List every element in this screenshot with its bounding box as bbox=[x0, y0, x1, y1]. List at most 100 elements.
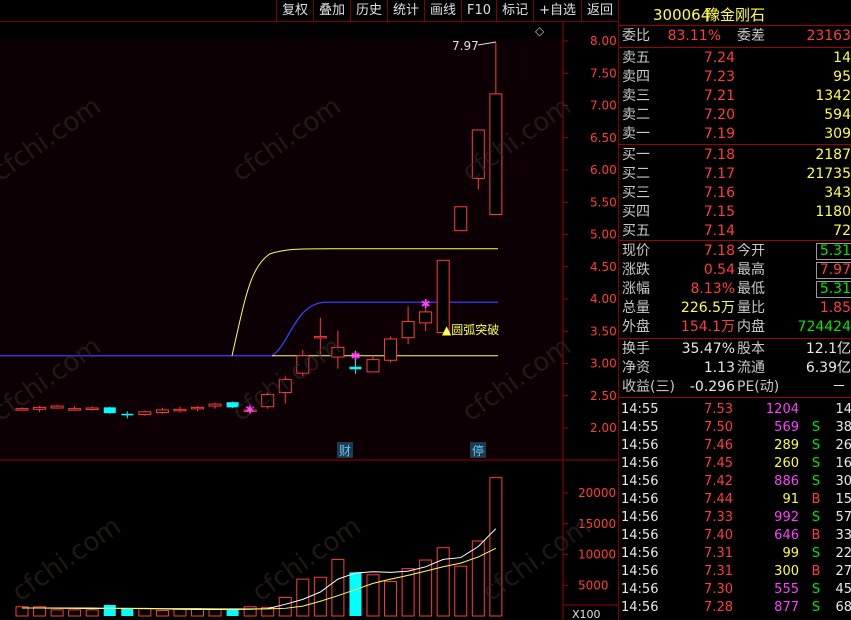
candle[interactable] bbox=[454, 206, 468, 232]
tick-direction: S bbox=[811, 420, 821, 435]
order-level-row[interactable]: 买一 7.18 2187 bbox=[619, 146, 851, 165]
f10-button[interactable]: F10 bbox=[461, 0, 496, 22]
order-level-row[interactable]: 卖四 7.23 95 bbox=[619, 68, 851, 87]
tick-count: 14 bbox=[835, 402, 851, 417]
candle[interactable] bbox=[103, 406, 116, 414]
tick-price: 7.28 bbox=[704, 600, 733, 615]
tick-row: 14:56 7.40 646 B 33 bbox=[619, 526, 851, 545]
level-label: 买五 bbox=[622, 223, 650, 239]
candle[interactable] bbox=[226, 401, 239, 409]
low-price: 5.31 bbox=[816, 281, 851, 298]
cross-star-marker: ✱ bbox=[245, 402, 255, 416]
level-volume: 343 bbox=[824, 185, 851, 201]
order-level-row[interactable]: 买五 7.14 72 bbox=[619, 222, 851, 241]
tick-volume: 91 bbox=[782, 492, 799, 507]
tick-price: 7.44 bbox=[704, 492, 733, 507]
level-volume: 14 bbox=[833, 50, 851, 66]
add-watchlist-button[interactable]: +自选 bbox=[533, 0, 581, 22]
inner-volume: 724424 bbox=[797, 319, 851, 335]
tick-direction: S bbox=[811, 600, 821, 615]
level-label: 卖五 bbox=[622, 50, 650, 66]
tick-price: 7.42 bbox=[704, 474, 733, 489]
high-price: 7.97 bbox=[816, 262, 851, 279]
order-level-row[interactable]: 买三 7.16 343 bbox=[619, 184, 851, 203]
tick-count: 57 bbox=[835, 510, 851, 525]
outer-volume: 154.1万 bbox=[680, 319, 735, 335]
order-level-row[interactable]: 卖一 7.19 309 bbox=[619, 125, 851, 144]
volume-bar bbox=[471, 540, 485, 617]
history-button[interactable]: 历史 bbox=[349, 0, 387, 22]
kline-chart-area[interactable]: 复权 叠加 历史 统计 画线 F10 标记 +自选 返回 8.00 7.50 7.0… bbox=[0, 0, 618, 620]
tick-count: 38 bbox=[835, 420, 851, 435]
tick-time: 14:55 bbox=[621, 420, 659, 435]
price-axis-label: 3.50 bbox=[590, 324, 617, 338]
change-value: 0.54 bbox=[703, 262, 735, 278]
volume-bar bbox=[121, 608, 134, 616]
volume-axis-label: 5000 bbox=[578, 578, 609, 592]
tick-price: 7.31 bbox=[704, 564, 733, 579]
arc-breakout-signal: ▲圆弧突破 bbox=[442, 322, 499, 337]
volume-bar bbox=[191, 608, 204, 617]
volume-bar bbox=[103, 604, 116, 616]
tick-time: 14:56 bbox=[621, 582, 659, 597]
tick-direction: S bbox=[811, 582, 821, 597]
quote-panel: 300064 豫金刚石 委比 83.11% 委差 23163 卖五 7.24 14 卖… bbox=[618, 0, 851, 620]
order-level-row[interactable]: 买二 7.17 21735 bbox=[619, 165, 851, 184]
volume-bar bbox=[384, 581, 398, 617]
statistics-button[interactable]: 统计 bbox=[387, 0, 424, 22]
tick-row: 14:56 7.46 289 S 26 bbox=[619, 436, 851, 455]
order-level-row[interactable]: 买四 7.15 1180 bbox=[619, 203, 851, 222]
order-ratio-value: 83.11% bbox=[667, 28, 721, 44]
tick-price: 7.50 bbox=[704, 420, 733, 435]
level-price: 7.17 bbox=[703, 166, 735, 182]
back-button[interactable]: 返回 bbox=[580, 0, 618, 22]
level-price: 7.24 bbox=[703, 50, 735, 66]
restore-rights-button[interactable]: 复权 bbox=[275, 0, 313, 22]
tick-volume: 1204 bbox=[765, 402, 799, 417]
order-level-row[interactable]: 卖三 7.21 1342 bbox=[619, 87, 851, 106]
draw-line-button[interactable]: 画线 bbox=[424, 0, 461, 22]
price-axis-label: 2.00 bbox=[590, 421, 617, 435]
overlay-button[interactable]: 叠加 bbox=[312, 0, 350, 22]
tick-count: 22 bbox=[835, 546, 851, 561]
volume-bar bbox=[50, 609, 64, 617]
level-price: 7.21 bbox=[703, 88, 735, 104]
event-tag-financial[interactable]: 财 bbox=[337, 442, 353, 458]
price-axis: 8.00 7.50 7.00 6.50 6.00 5.50 5.00 4.50 4.00 3.50… bbox=[563, 34, 617, 435]
order-level-row[interactable]: 卖五 7.24 14 bbox=[619, 49, 851, 68]
price-axis-label: 6.00 bbox=[590, 163, 617, 177]
volume-bar bbox=[436, 547, 450, 617]
candle[interactable] bbox=[261, 392, 275, 409]
tick-volume: 886 bbox=[774, 474, 799, 489]
tick-price: 7.33 bbox=[704, 510, 733, 525]
tick-volume: 289 bbox=[774, 438, 799, 453]
tick-row: 14:56 7.44 91 B 15 bbox=[619, 490, 851, 509]
stat-row-2: 涨跌 0.54 最高 7.97 bbox=[622, 262, 851, 279]
candle[interactable] bbox=[436, 259, 450, 334]
price-axis-label: 4.50 bbox=[590, 260, 617, 274]
event-tag-suspend[interactable]: 停 bbox=[470, 442, 486, 458]
tick-direction: B bbox=[811, 528, 821, 543]
candle[interactable] bbox=[384, 336, 398, 363]
order-level-row[interactable]: 卖二 7.20 594 bbox=[619, 106, 851, 125]
mark-button[interactable]: 标记 bbox=[496, 0, 533, 22]
volume-bar bbox=[331, 558, 345, 617]
tick-price: 7.31 bbox=[704, 546, 733, 561]
tick-time: 14:56 bbox=[621, 492, 659, 507]
net-assets: 1.13 bbox=[703, 360, 735, 376]
tick-row: 14:56 7.45 260 S 16 bbox=[619, 454, 851, 473]
volume-bar bbox=[138, 608, 152, 617]
volume-bar bbox=[489, 477, 503, 617]
chart-canvas[interactable]: 8.00 7.50 7.00 6.50 6.00 5.50 5.00 4.50 4.00 3.50… bbox=[0, 22, 618, 620]
svg-text:停: 停 bbox=[472, 443, 484, 458]
price-axis-label: 6.50 bbox=[590, 131, 617, 145]
diamond-icon[interactable]: ◇ bbox=[535, 24, 545, 38]
tick-row: 14:56 7.31 99 S 22 bbox=[619, 544, 851, 563]
stock-header[interactable]: 300064 豫金刚石 bbox=[619, 2, 851, 24]
price-axis-label: 8.00 bbox=[590, 34, 617, 48]
tick-direction: S bbox=[811, 456, 821, 471]
stat-row-4: 总量 226.5万 量比 1.85 bbox=[622, 300, 851, 316]
svg-text:财: 财 bbox=[339, 444, 351, 458]
tick-direction: S bbox=[811, 438, 821, 453]
turnover: 35.47% bbox=[681, 341, 735, 357]
